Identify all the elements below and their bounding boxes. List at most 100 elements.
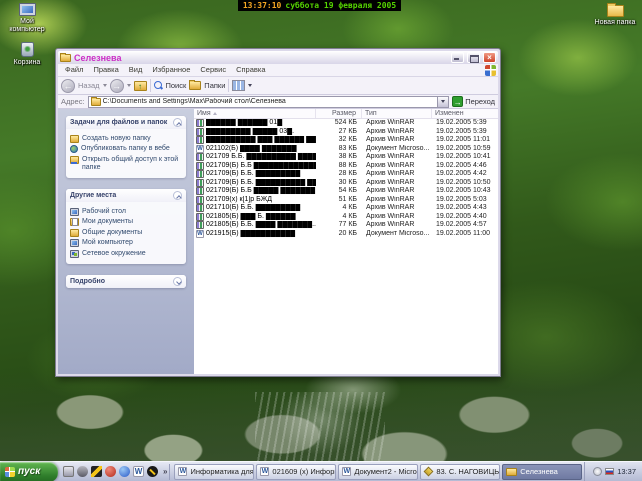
system-tray: 13:37	[584, 462, 642, 481]
file-type: Архив WinRAR	[362, 170, 432, 178]
task-link[interactable]: Сетевое окружение	[70, 250, 182, 258]
winamp-icon[interactable]	[91, 466, 102, 477]
start-button[interactable]: пуск	[0, 462, 58, 481]
close-button[interactable]: ×	[483, 52, 496, 63]
task-link[interactable]: Общие документы	[70, 229, 182, 237]
language-indicator-icon[interactable]	[605, 468, 614, 475]
desktop-icon-recycle-bin[interactable]: Корзина	[2, 42, 52, 67]
menu-item-4[interactable]: Сервис	[195, 64, 231, 76]
column-header-type[interactable]: Тип	[362, 109, 432, 118]
back-button[interactable]: ←	[61, 79, 75, 93]
taskbar-button[interactable]: WИнформатика для ...	[174, 464, 254, 480]
menu-item-0[interactable]: Файл	[60, 64, 88, 76]
media-tool-icon[interactable]	[77, 466, 88, 477]
taskbar-button-label: 83. С. НАГОВИЦЫН...	[436, 467, 500, 476]
task-link[interactable]: Рабочий стол	[70, 208, 182, 216]
file-size: 38 КБ	[316, 153, 362, 161]
task-link[interactable]: Открыть общий доступ к этой папке	[70, 156, 182, 172]
menu-item-5[interactable]: Справка	[231, 64, 270, 76]
taskbar-button[interactable]: Селезнева	[502, 464, 582, 480]
desktop-icon-my-computer[interactable]: Мой компьютер	[2, 3, 52, 34]
column-header-name[interactable]: Имя	[194, 109, 316, 118]
word-icon[interactable]: W	[133, 466, 144, 477]
chevron-down-icon[interactable]	[173, 277, 182, 286]
menu-item-1[interactable]: Правка	[88, 64, 123, 76]
minimize-button[interactable]	[451, 52, 464, 63]
chevron-up-icon[interactable]	[173, 191, 182, 200]
file-row[interactable]: W021102(Б) ████ ███████83 КБДокумент Mic…	[194, 145, 498, 154]
search-label[interactable]: Поиск	[166, 81, 187, 90]
file-size: 20 КБ	[316, 230, 362, 238]
column-label: Имя	[197, 109, 211, 118]
title-bar[interactable]: Селезнева ×	[58, 51, 498, 64]
forward-button[interactable]: →	[110, 79, 124, 93]
file-name: 021709(Б) Б.Б █████ ███████	[206, 187, 316, 195]
task-link-label: Открыть общий доступ к этой папке	[82, 156, 182, 172]
views-icon[interactable]	[232, 80, 245, 91]
address-dropdown-button[interactable]	[437, 97, 448, 107]
toolbar-separator	[228, 79, 229, 92]
download-manager-icon[interactable]	[105, 466, 116, 477]
task-link[interactable]: Создать новую папку	[70, 135, 182, 143]
task-pane: Задачи для файлов и папок Создать новую п…	[58, 109, 194, 374]
taskbar-button[interactable]: 83. С. НАГОВИЦЫН...	[420, 464, 500, 480]
file-row[interactable]: 021709(Б) Б.Б. ██████████ ██...30 КБАрхи…	[194, 179, 498, 188]
antivirus-icon[interactable]	[147, 466, 158, 477]
column-header-size[interactable]: Размер	[316, 109, 362, 118]
quick-launch-overflow-chevron[interactable]: »	[163, 467, 167, 476]
task-box-header[interactable]: Подробно	[66, 275, 186, 288]
go-button[interactable]: → Переход	[452, 96, 495, 107]
folder-icon	[506, 468, 517, 476]
file-row[interactable]: 021710(Б) Б.Б. █████████4 КБАрхив WinRAR…	[194, 204, 498, 213]
file-modified: 19.02.2005 10:50	[432, 179, 498, 187]
chevron-up-icon[interactable]	[173, 118, 182, 127]
folders-icon[interactable]	[189, 81, 201, 90]
file-row[interactable]: W021915(Б) ███████████20 КБДокумент Micr…	[194, 230, 498, 239]
back-dropdown-icon[interactable]	[103, 84, 107, 87]
messenger-icon[interactable]	[119, 466, 130, 477]
file-type: Архив WinRAR	[362, 128, 432, 136]
task-box-header[interactable]: Задачи для файлов и папок	[66, 116, 186, 129]
go-label: Переход	[465, 97, 495, 106]
winrar-archive-icon	[196, 128, 204, 136]
column-header-modified[interactable]: Изменен	[432, 109, 498, 118]
up-folder-button[interactable]: ↑	[134, 81, 147, 91]
forward-dropdown-icon[interactable]	[127, 84, 131, 87]
folders-label[interactable]: Папки	[204, 81, 225, 90]
file-row[interactable]: 021709 Б.Б. ██████████ ██████38 КБАрхив …	[194, 153, 498, 162]
menu-item-2[interactable]: Вид	[124, 64, 148, 76]
file-row[interactable]: ██████████ ███ ██████ ███ ███...32 КБАрх…	[194, 136, 498, 145]
tray-time[interactable]: 13:37	[617, 467, 636, 476]
file-row[interactable]: 021709(Б) Б.Б ██████████████88 КБАрхив W…	[194, 162, 498, 171]
file-row[interactable]: ██████ ██████ 01█524 КБАрхив WinRAR19.02…	[194, 119, 498, 128]
file-name: 021805(Б) ███ Б. ██████	[206, 213, 316, 221]
task-box-header[interactable]: Другие места	[66, 189, 186, 202]
taskbar-button[interactable]: W021609 (х) Информ...	[256, 464, 336, 480]
views-dropdown-icon[interactable]	[248, 84, 252, 87]
task-link[interactable]: Опубликовать папку в вебе	[70, 145, 182, 153]
file-size: 83 КБ	[316, 145, 362, 153]
utility-icon[interactable]	[63, 466, 74, 477]
file-row[interactable]: 021709(х) к[1]р БЖД51 КБАрхив WinRAR19.0…	[194, 196, 498, 205]
search-icon[interactable]	[154, 81, 163, 90]
menu-item-3[interactable]: Избранное	[147, 64, 195, 76]
task-link[interactable]: Мой компьютер	[70, 239, 182, 247]
file-row[interactable]: 021709(Б) Б.Б █████ ███████54 КБАрхив Wi…	[194, 187, 498, 196]
tray-clock-icon[interactable]	[593, 467, 602, 476]
desktop-icon-new-folder[interactable]: Новая папка	[590, 5, 640, 27]
file-name: 021709(Б) Б.Б ██████████████	[206, 162, 316, 170]
task-link[interactable]: Мои документы	[70, 218, 182, 226]
file-row[interactable]: 021805(Б) ███ Б. ██████4 КБАрхив WinRAR1…	[194, 213, 498, 222]
my-computer-icon	[19, 3, 36, 16]
address-input[interactable]: C:\Documents and Settings\Max\Рабочий ст…	[88, 96, 450, 108]
file-row[interactable]: 021805(Б) Б.Б. ████ ███████...77 КБАрхив…	[194, 221, 498, 230]
maximize-button[interactable]	[467, 52, 480, 63]
task-box-title: Другие места	[70, 192, 116, 199]
taskbar-button-label: 021609 (х) Информ...	[272, 467, 336, 476]
menu-items: ФайлПравкаВидИзбранноеСервисСправка	[60, 64, 485, 76]
file-name: █████████ █████ 03█.	[206, 128, 316, 136]
file-row[interactable]: █████████ █████ 03█.27 КБАрхив WinRAR19.…	[194, 128, 498, 137]
winrar-archive-icon	[196, 170, 204, 178]
taskbar-button[interactable]: WДокумент2 - Micros...	[338, 464, 418, 480]
file-row[interactable]: 021709(Б) Б.Б. █████████28 КБАрхив WinRA…	[194, 170, 498, 179]
